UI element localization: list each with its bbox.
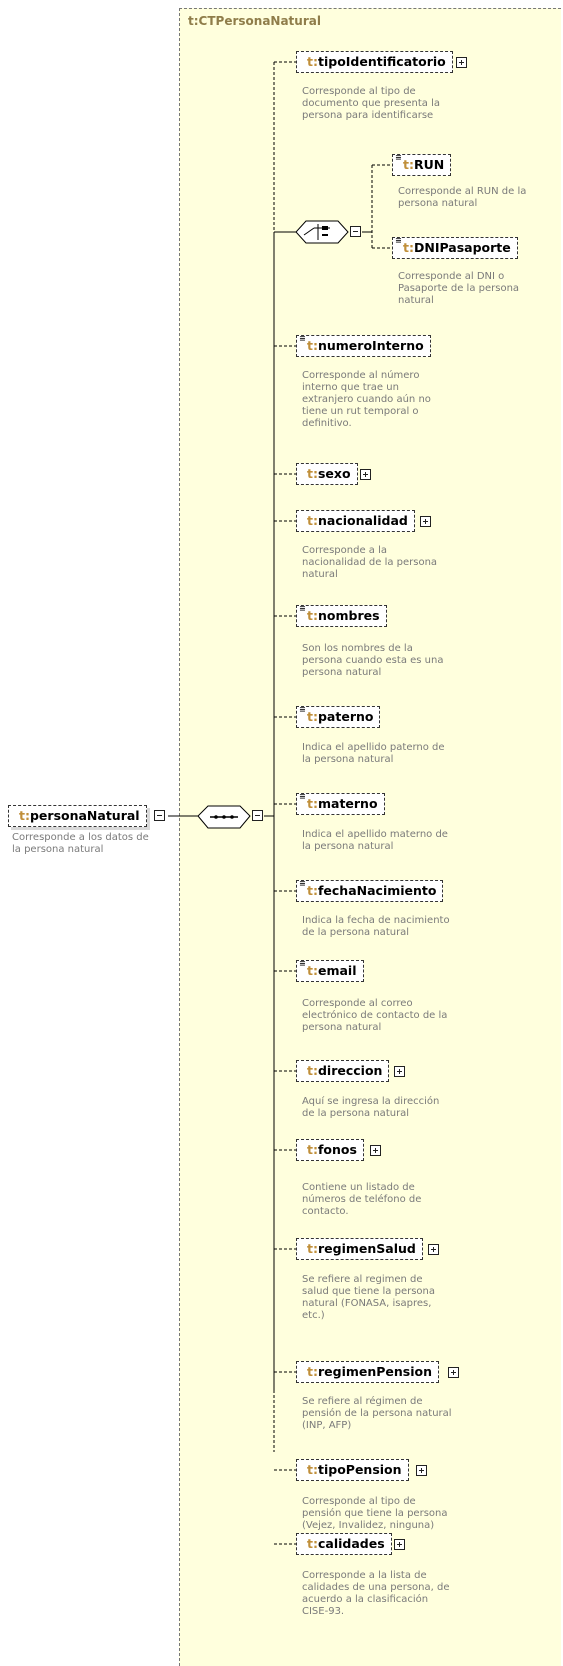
expand-toggle[interactable] (394, 1539, 405, 1550)
schema-diagram: t:CTPersonaNatural t:personaNatural Corr… (0, 0, 563, 1666)
content-lines-icon: ≡ (299, 604, 306, 613)
content-lines-icon: ≡ (299, 959, 306, 968)
element-fonos[interactable]: t:fonos (296, 1139, 364, 1161)
element-materno[interactable]: ≡ t:materno (296, 793, 385, 815)
expand-toggle[interactable] (456, 57, 467, 68)
element-doc: Corresponde al número interno que trae u… (302, 370, 431, 429)
content-lines-icon: ≡ (299, 334, 306, 343)
element-doc: Indica el apellido materno de la persona… (302, 829, 448, 852)
element-doc: Se refiere al régimen de pensión de la p… (302, 1396, 452, 1431)
element-DNIPasaporte-doc: Corresponde al DNI o Pasaporte de la per… (398, 271, 520, 306)
element-fechaNacimiento[interactable]: ≡ t:fechaNacimiento (296, 879, 444, 902)
element-DNIPasaporte[interactable]: ≡ t:DNIPasaporte (392, 237, 518, 259)
root-element-doc: Corresponde a los datos de la persona na… (12, 832, 149, 855)
element-email[interactable]: ≡ t:email (296, 960, 364, 982)
element-calidades[interactable]: t:calidades (296, 1533, 392, 1555)
element-tipoIdentificatorio[interactable]: t:tipoIdentificatorio (296, 51, 453, 73)
element-tipoPension[interactable]: t:tipoPension (296, 1459, 409, 1481)
element-nombres[interactable]: ≡ t:nombres (296, 605, 387, 627)
content-lines-icon: ≡ (395, 236, 402, 245)
element-regimenPension[interactable]: t:regimenPension (296, 1361, 440, 1383)
expand-toggle[interactable] (420, 516, 431, 527)
content-lines-icon: ≡ (299, 792, 306, 801)
expand-toggle[interactable] (370, 1145, 381, 1156)
element-doc: Se refiere al regimen de salud que tiene… (302, 1274, 436, 1321)
element-branches (274, 61, 296, 1545)
element-doc: Corresponde a la nacionalidad de la pers… (302, 545, 438, 580)
content-lines-icon: ≡ (395, 153, 402, 162)
element-doc: Corresponde a la lista de calidades de u… (302, 1570, 450, 1617)
content-lines-icon: ≡ (299, 705, 306, 714)
element-doc: Contiene un listado de números de teléfo… (302, 1182, 422, 1217)
root-collapse-toggle[interactable] (154, 810, 165, 821)
choice-compositor (295, 220, 349, 244)
element-doc: Corresponde al correo electrónico de con… (302, 998, 448, 1033)
element-RUN[interactable]: ≡ t:RUN (392, 153, 452, 176)
expand-toggle[interactable] (416, 1465, 427, 1476)
element-RUN-doc: Corresponde al RUN de la persona natural (398, 186, 527, 209)
element-doc: Indica la fecha de nacimiento de la pers… (302, 915, 450, 938)
element-doc: Son los nombres de la persona cuando est… (302, 643, 444, 678)
element-doc: Indica el apellido paterno de la persona… (302, 742, 445, 765)
element-regimenSalud[interactable]: t:regimenSalud (296, 1238, 423, 1260)
element-doc: Corresponde al tipo de documento que pre… (302, 86, 440, 121)
choice-collapse-toggle[interactable] (350, 226, 361, 237)
element-doc: Aquí se ingresa la dirección de la perso… (302, 1096, 440, 1119)
element-doc: Corresponde al tipo de pensión que tiene… (302, 1496, 448, 1531)
expand-toggle[interactable] (448, 1367, 459, 1378)
sequence-collapse-toggle[interactable] (252, 810, 263, 821)
element-numeroInterno[interactable]: ≡ t:numeroInterno (296, 335, 431, 357)
element-nacionalidad[interactable]: t:nacionalidad (296, 510, 415, 532)
element-direccion[interactable]: t:direccion (296, 1060, 390, 1082)
expand-toggle[interactable] (360, 469, 371, 480)
root-element-personaNatural[interactable]: t:personaNatural (8, 805, 147, 827)
element-paterno[interactable]: ≡ t:paterno (296, 705, 381, 728)
sequence-compositor (197, 805, 251, 829)
content-lines-icon: ≡ (299, 879, 306, 888)
expand-toggle[interactable] (394, 1066, 405, 1077)
expand-toggle[interactable] (428, 1244, 439, 1255)
element-sexo[interactable]: t:sexo (296, 463, 358, 485)
